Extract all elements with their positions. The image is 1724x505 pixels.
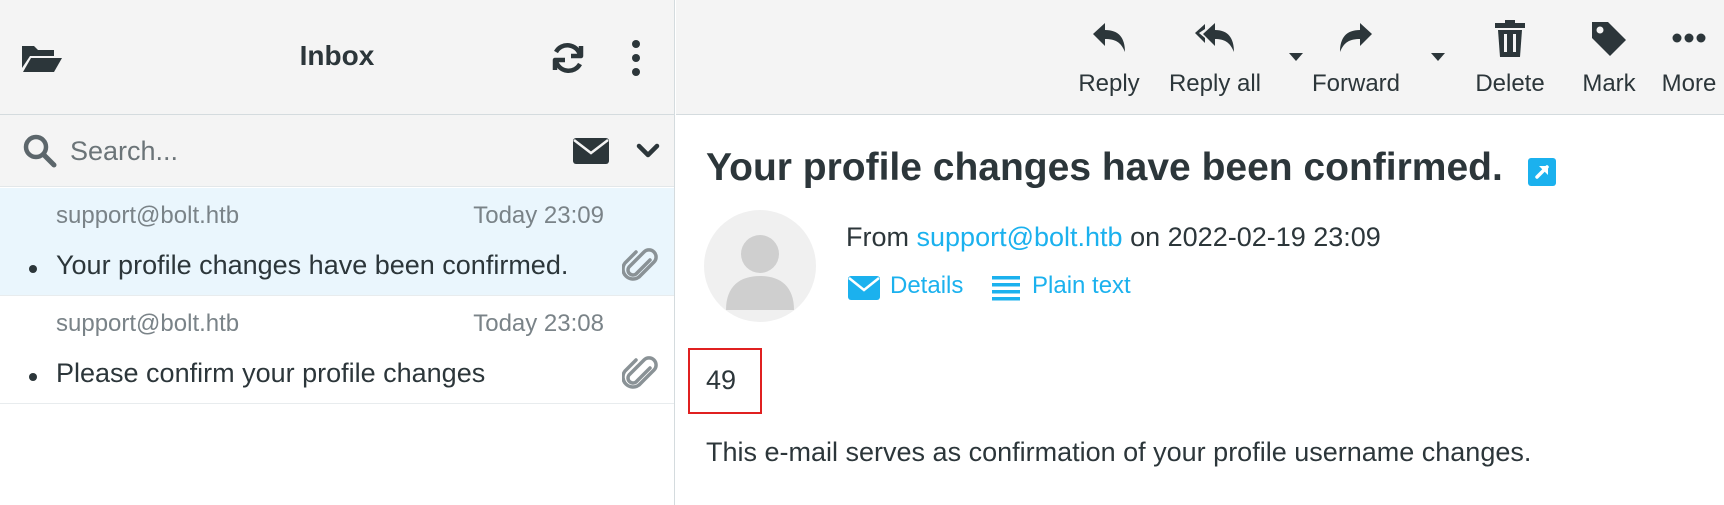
message-code: 49: [706, 365, 737, 395]
refresh-icon[interactable]: [548, 38, 588, 78]
mark-label: Mark: [1582, 70, 1636, 97]
search-icon: [23, 134, 57, 168]
reply-icon: [1093, 23, 1125, 52]
reply-all-button[interactable]: Reply all: [1154, 0, 1276, 115]
message-subject: Your profile changes have been confirmed…: [56, 250, 569, 280]
message-list-item[interactable]: support@bolt.htb Today 23:09 Your profil…: [0, 188, 674, 296]
forward-dropdown-caret[interactable]: [1431, 53, 1445, 61]
message-subject: Please confirm your profile changes: [56, 358, 486, 388]
message-sender: support@bolt.htb: [56, 202, 240, 229]
on-word: on: [1130, 222, 1161, 252]
message-body: This e-mail serves as confirmation of yo…: [706, 437, 1532, 467]
mark-button[interactable]: Mark: [1564, 0, 1654, 115]
envelope-icon: [848, 276, 880, 300]
attachment-icon: [622, 248, 658, 281]
user-icon: [726, 235, 794, 310]
delete-button[interactable]: Delete: [1456, 0, 1564, 115]
envelope-icon[interactable]: [572, 137, 610, 165]
search-bar: [0, 115, 674, 187]
plain-text-label: Plain text: [1032, 272, 1131, 299]
unread-dot: [29, 373, 37, 381]
more-button[interactable]: More: [1654, 0, 1724, 115]
more-horizontal-icon: [1672, 33, 1706, 43]
message-sender: support@bolt.htb: [56, 310, 240, 337]
from-prefix: From: [846, 222, 909, 252]
reply-label: Reply: [1078, 70, 1140, 97]
forward-button[interactable]: Forward: [1294, 0, 1418, 115]
sender-address-link[interactable]: support@bolt.htb: [917, 222, 1123, 252]
more-vertical-icon[interactable]: [624, 38, 648, 78]
open-external-icon[interactable]: [1528, 158, 1556, 186]
mailbox-header: Inbox: [0, 0, 674, 115]
message-date: Today 23:08: [473, 310, 604, 337]
delete-label: Delete: [1475, 70, 1545, 97]
search-input[interactable]: [70, 129, 530, 173]
forward-icon: [1340, 23, 1372, 52]
tag-icon: [1592, 22, 1626, 56]
message-list-panel: Inbox support@bolt.htb Today 23:09: [0, 0, 675, 505]
message-subject-heading: Your profile changes have been confirmed…: [706, 146, 1503, 189]
lines-icon: [992, 276, 1020, 301]
message-view-panel: Reply Reply all Forward Delete Mark More…: [676, 0, 1724, 505]
reply-all-label: Reply all: [1168, 70, 1262, 97]
more-label: More: [1661, 70, 1717, 97]
reply-button[interactable]: Reply: [1064, 0, 1154, 115]
message-list-item[interactable]: support@bolt.htb Today 23:08 Please conf…: [0, 296, 674, 404]
message-date: Today 23:09: [473, 202, 604, 229]
details-label: Details: [890, 272, 964, 299]
trash-icon: [1495, 20, 1525, 57]
unread-dot: [29, 265, 37, 273]
sender-avatar: [704, 210, 816, 322]
message-toolbar: Reply Reply all Forward Delete Mark More: [676, 0, 1724, 115]
attachment-icon: [622, 356, 658, 389]
folder-open-icon[interactable]: [20, 42, 64, 74]
sender-line: From support@bolt.htb on 2022-02-19 23:0…: [846, 222, 1381, 253]
forward-label: Forward: [1311, 70, 1401, 97]
message-datetime: 2022-02-19 23:09: [1167, 222, 1381, 252]
reply-all-icon: [1195, 23, 1234, 52]
chevron-down-icon[interactable]: [634, 137, 662, 165]
